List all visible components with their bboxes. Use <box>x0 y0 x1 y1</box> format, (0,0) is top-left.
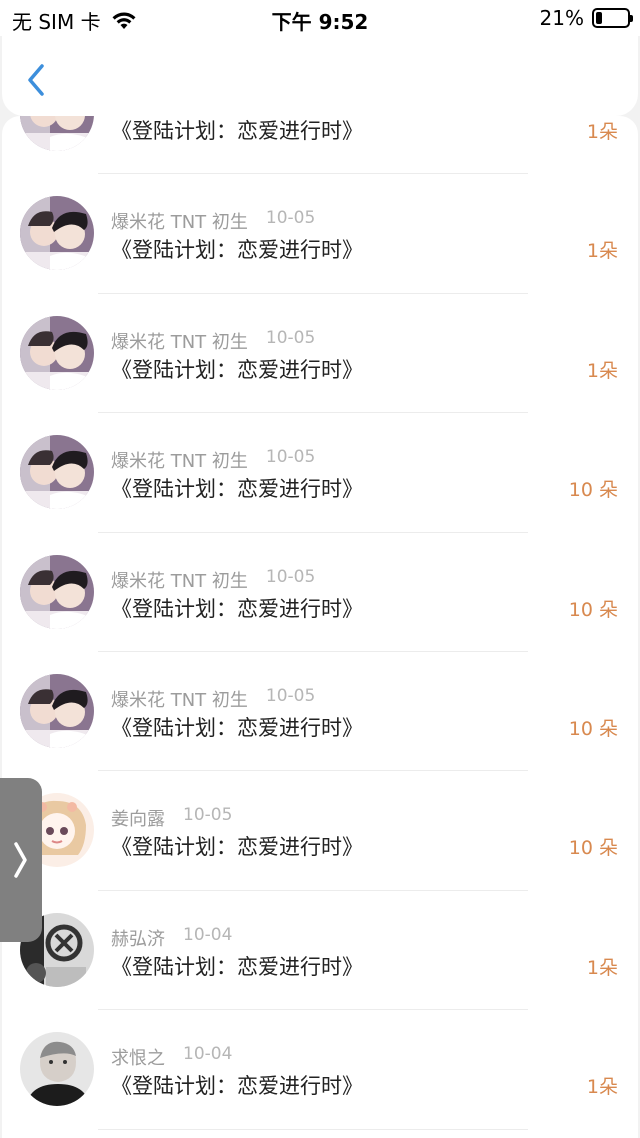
work-title: 《登陆计划：恋爱进行时》 <box>111 715 363 740</box>
battery-fill <box>596 12 602 24</box>
chevron-right-icon <box>14 842 27 878</box>
gift-amount: 1朵 <box>586 1076 618 1099</box>
gift-amount: 10 朵 <box>568 837 618 860</box>
nav-bar <box>2 36 638 116</box>
record-meta: 爆米花 TNT 初生 10-05 <box>111 447 315 473</box>
avatar[interactable] <box>20 435 94 510</box>
record-meta: 姜向露 10-05 <box>111 805 232 831</box>
user-name: 赫弘济 <box>111 928 165 950</box>
user-name: 爆米花 TNT 初生 <box>111 331 248 353</box>
user-name: 爆米花 TNT 初生 <box>111 570 248 592</box>
record-date: 10-05 <box>265 566 316 587</box>
record-meta: 求恨之 10-04 <box>111 1044 232 1070</box>
status-right: 21% <box>539 6 633 30</box>
work-title: 《登陆计划：恋爱进行时》 <box>111 238 363 263</box>
record-date: 10-05 <box>183 805 233 826</box>
list-item[interactable]: 爆米花 TNT 初生 10-05 《登陆计划：恋爱进行时》 1朵 <box>2 294 638 414</box>
record-date: 10-05 <box>265 327 316 348</box>
user-name: 求恨之 <box>111 1048 165 1070</box>
list-item[interactable]: 《登陆计划：恋爱进行时》 1朵 <box>2 116 638 175</box>
work-title: 《登陆计划：恋爱进行时》 <box>111 835 363 860</box>
battery-percent: 21% <box>539 6 584 30</box>
list-content: 《登陆计划：恋爱进行时》 1朵 爆米花 TNT 初生 10-05 《登陆计划：恋爱进行时… <box>2 116 638 1130</box>
record-meta: 爆米花 TNT 初生 10-05 <box>111 686 315 712</box>
avatar[interactable] <box>20 116 94 151</box>
gift-amount: 1朵 <box>586 121 618 143</box>
back-button[interactable] <box>22 60 52 100</box>
gift-record-list[interactable]: 《登陆计划：恋爱进行时》 1朵 爆米花 TNT 初生 10-05 《登陆计划：恋爱进行时… <box>2 116 638 1138</box>
gift-amount: 10 朵 <box>568 479 618 502</box>
work-title: 《登陆计划：恋爱进行时》 <box>111 954 363 979</box>
list-item[interactable]: 赫弘济 10-04 《登陆计划：恋爱进行时》 1朵 <box>2 891 638 1011</box>
work-title: 《登陆计划：恋爱进行时》 <box>111 1074 363 1099</box>
work-title: 《登陆计划：恋爱进行时》 <box>111 596 363 621</box>
list-item[interactable]: 爆米花 TNT 初生 10-05 《登陆计划：恋爱进行时》 10 朵 <box>2 533 638 653</box>
work-title: 《登陆计划：恋爱进行时》 <box>111 119 363 143</box>
list-item[interactable]: 爆米花 TNT 初生 10-05 《登陆计划：恋爱进行时》 10 朵 <box>2 413 638 533</box>
avatar[interactable] <box>20 315 94 390</box>
gift-amount: 10 朵 <box>568 717 618 740</box>
record-meta: 爆米花 TNT 初生 10-05 <box>111 208 315 234</box>
avatar[interactable] <box>20 673 94 748</box>
list-item[interactable]: 爆米花 TNT 初生 10-05 《登陆计划：恋爱进行时》 10 朵 <box>2 652 638 772</box>
battery-icon <box>592 8 633 28</box>
gift-amount: 1朵 <box>586 956 618 979</box>
list-item[interactable]: 求恨之 10-04 《登陆计划：恋爱进行时》 1朵 <box>2 1010 638 1130</box>
list-item[interactable]: 爆米花 TNT 初生 10-05 《登陆计划：恋爱进行时》 1朵 <box>2 174 638 295</box>
avatar[interactable] <box>20 554 94 629</box>
record-date: 10-05 <box>265 208 316 229</box>
chevron-left-icon <box>28 64 44 96</box>
avatar[interactable] <box>20 1032 94 1107</box>
gift-amount: 10 朵 <box>568 598 618 621</box>
side-expand-handle[interactable] <box>0 778 42 942</box>
user-name: 爆米花 TNT 初生 <box>111 451 248 473</box>
gift-amount: 1朵 <box>586 359 618 382</box>
user-name: 爆米花 TNT 初生 <box>111 212 248 234</box>
record-date: 10-04 <box>183 1044 233 1065</box>
avatar[interactable] <box>20 196 94 271</box>
record-meta: 爆米花 TNT 初生 10-05 <box>111 328 315 354</box>
work-title: 《登陆计划：恋爱进行时》 <box>111 357 363 382</box>
gift-amount: 1朵 <box>586 240 618 263</box>
user-name: 爆米花 TNT 初生 <box>111 689 248 711</box>
record-meta: 爆米花 TNT 初生 10-05 <box>111 567 315 593</box>
record-date: 10-05 <box>265 447 316 468</box>
status-bar: 无 SIM 卡 下午 9:52 21% <box>0 0 640 36</box>
work-title: 《登陆计划：恋爱进行时》 <box>111 477 363 502</box>
record-date: 10-04 <box>183 924 233 945</box>
record-date: 10-05 <box>265 685 316 706</box>
record-meta: 赫弘济 10-04 <box>111 925 232 951</box>
list-item[interactable]: 姜向露 10-05 《登陆计划：恋爱进行时》 10 朵 <box>2 771 638 892</box>
user-name: 姜向露 <box>111 809 165 831</box>
